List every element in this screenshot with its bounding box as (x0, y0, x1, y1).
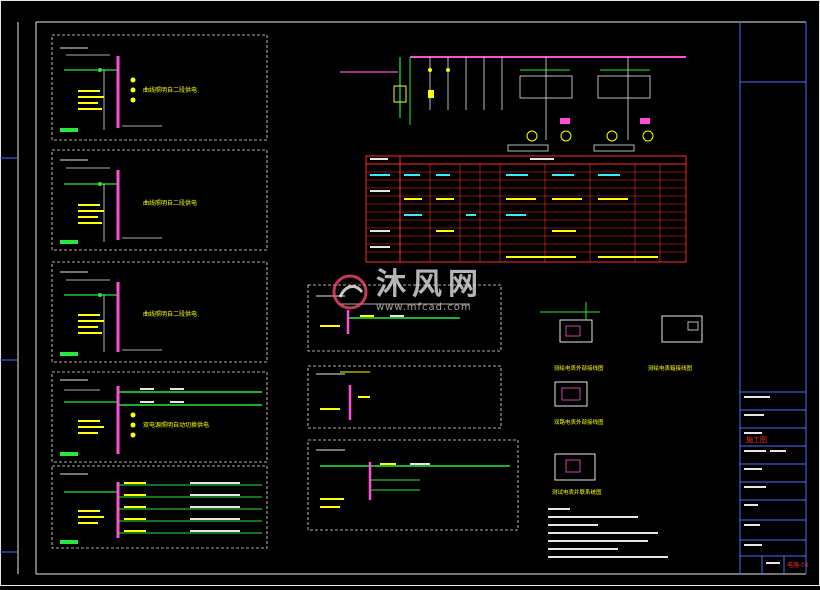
meter-label-3: 测试电表并联系统图 (552, 488, 602, 496)
mid-diagram-frames (307, 284, 519, 531)
drawing-number: 电施-01 (787, 561, 809, 569)
meter-label-right: 测绘电表箱接线图 (648, 364, 693, 372)
panel-3-label: 曲线照明自二段供电 (143, 310, 197, 318)
watermark-title: 沐风网 (376, 267, 484, 302)
meter-box-diagrams (540, 302, 703, 481)
notes-block (548, 508, 668, 558)
panel-5-circuit (60, 473, 262, 544)
panel-frames (51, 34, 268, 549)
panel-4-label: 双电源照明自动切换供电 (143, 421, 209, 429)
equipment-table (365, 155, 687, 263)
panel-2-label: 曲线照明自二段供电 (143, 199, 197, 207)
watermark-url: www.mfcad.com (376, 302, 472, 313)
watermark-logo-icon (332, 274, 368, 309)
title-block-details (744, 396, 786, 564)
title-stamp: 施工图 (746, 435, 767, 444)
equipment-table-cells (370, 158, 658, 258)
panel-4-circuit (60, 379, 262, 456)
panel-1-label: 曲线照明自二段供电 (143, 86, 197, 94)
watermark-text-block: 沐风网 www.mfcad.com (376, 267, 484, 314)
meter-label-1: 测绘电表外部接线图 (554, 364, 604, 372)
title-block (739, 22, 807, 574)
watermark: 沐风网 www.mfcad.com (330, 270, 484, 313)
cad-drawing-sheet: 施工图 电施-01 曲线照明自二段供电 曲线照明自二段供电 曲线照明自二段供电 … (0, 0, 820, 586)
left-strip-ticks (0, 157, 18, 553)
mid-diagram-circuits (316, 295, 510, 508)
meter-label-2: 双路电表外部接线图 (554, 418, 604, 426)
single-line-diagram (340, 56, 686, 152)
